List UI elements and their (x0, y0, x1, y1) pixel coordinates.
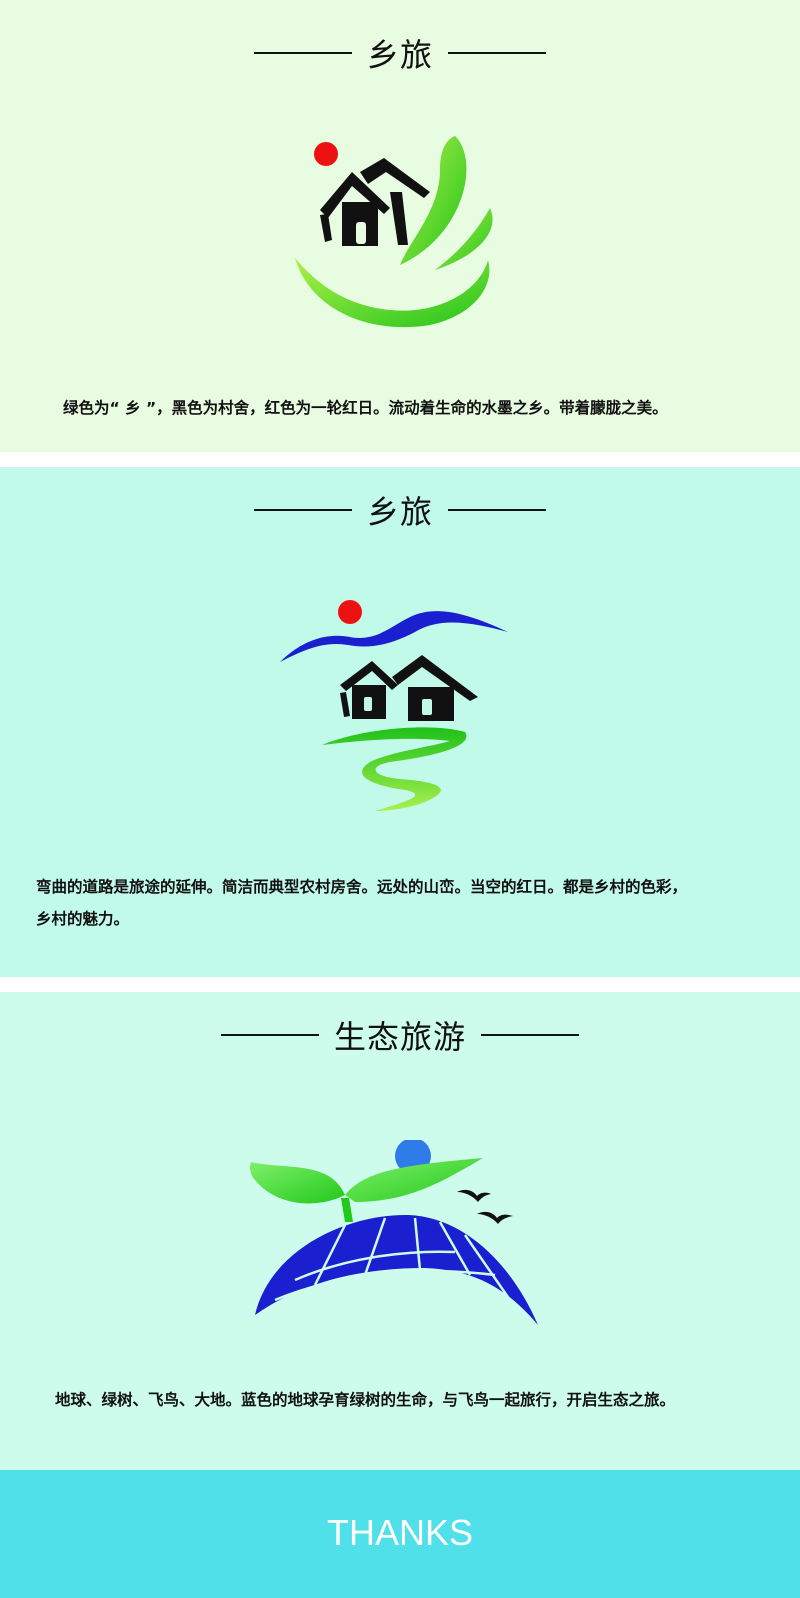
description-line: 乡村的魅力。 (36, 910, 130, 928)
mountain-road-logo-icon (280, 600, 508, 811)
section-heading: 生态旅游 (0, 1012, 800, 1058)
eco-earth-sprout-logo-icon (250, 1140, 538, 1325)
heading-rule-right (448, 509, 547, 511)
section-eco-tourism: 生态旅游 地球、绿树、飞鸟、大地。蓝色的地球孕育绿树的生命，与飞鸟一起旅行，开启… (0, 992, 800, 1470)
heading-rule-left (220, 1034, 319, 1036)
village-ink-logo-icon (295, 136, 493, 328)
heading-rule-left (253, 52, 352, 54)
section-heading: 乡旅 (0, 487, 800, 533)
section-description: 地球、绿树、飞鸟、大地。蓝色的地球孕育绿树的生命，与飞鸟一起旅行，开启生态之旅。 (55, 1391, 676, 1409)
thanks-text: THANKS (326, 1512, 474, 1553)
section-heading: 乡旅 (0, 30, 800, 76)
description-line: 弯曲的道路是旅途的延伸。简洁而典型农村房舍。远处的山峦。当空的红日。都是乡村的色… (36, 878, 688, 896)
section-description: 弯曲的道路是旅途的延伸。简洁而典型农村房舍。远处的山峦。当空的红日。都是乡村的色… (36, 871, 687, 935)
section-xianglv-2: 乡旅 弯曲的道路是旅途的延伸。简洁而典型农村房舍。远处的山峦。当空的红日。都是乡… (0, 467, 800, 977)
section-title: 乡旅 (366, 36, 433, 74)
section-xianglv-1: 乡旅 绿色为“ 乡 ”，黑色为村舍，红色为一轮红日。流动着生命的水墨之乡。带着朦… (0, 0, 800, 452)
heading-rule-left (253, 509, 352, 511)
section-title: 生态旅游 (333, 1018, 466, 1056)
section-description: 绿色为“ 乡 ”，黑色为村舍，红色为一轮红日。流动着生命的水墨之乡。带着朦胧之美… (63, 399, 668, 417)
section-title: 乡旅 (366, 493, 433, 531)
heading-rule-right (481, 1034, 580, 1036)
heading-rule-right (448, 52, 547, 54)
thanks-footer: THANKS (0, 1470, 800, 1598)
